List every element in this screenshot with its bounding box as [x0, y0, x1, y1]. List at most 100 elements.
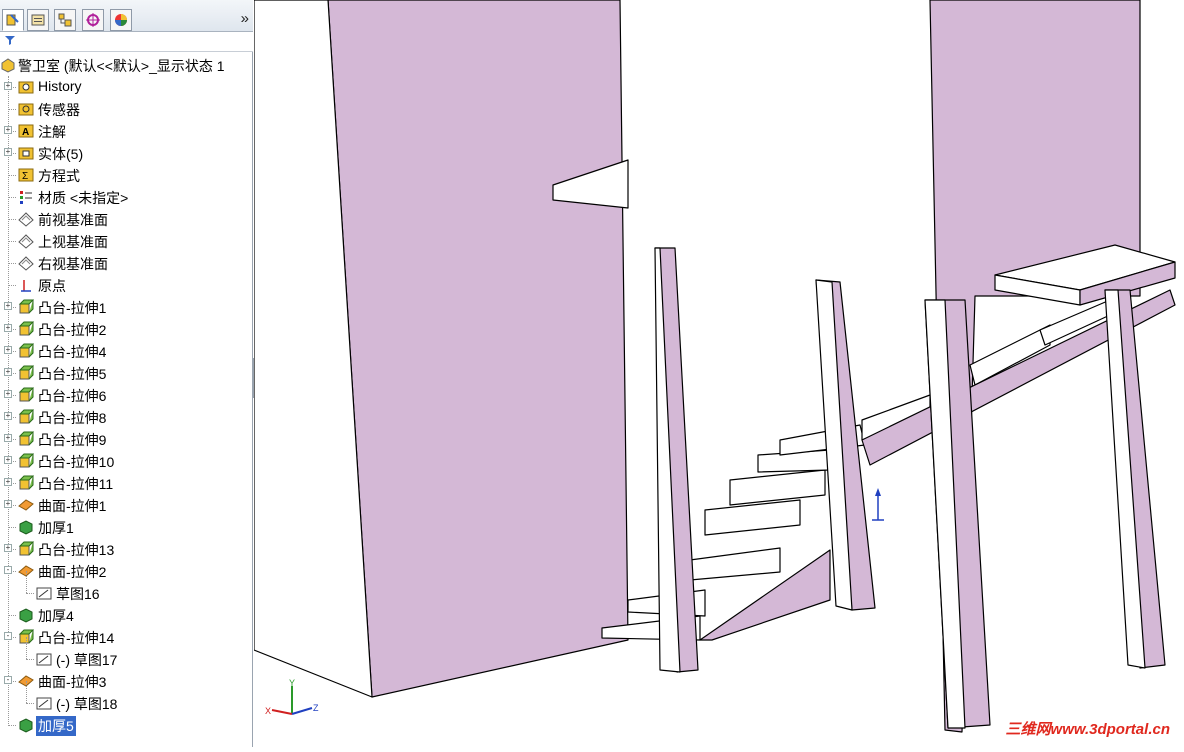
property-manager-tab[interactable]: [27, 9, 49, 31]
tree-item-label: 传感器: [38, 102, 80, 118]
tree-item[interactable]: + A 注解: [0, 120, 253, 142]
tree-item[interactable]: + 凸台-拉伸10: [0, 450, 253, 472]
tree-item[interactable]: 上视基准面: [0, 230, 253, 252]
expand-toggle[interactable]: +: [4, 346, 12, 354]
sketch-icon: [36, 585, 52, 601]
annotations-folder-icon: A: [18, 123, 34, 139]
display-manager-icon: [115, 14, 127, 26]
tree-item[interactable]: - 凸台-拉伸14: [0, 626, 253, 648]
expand-toggle[interactable]: +: [4, 324, 12, 332]
tree-item[interactable]: + 凸台-拉伸4: [0, 340, 253, 362]
tree-item[interactable]: 传感器: [0, 98, 253, 120]
tree-item-label: 曲面-拉伸2: [38, 564, 107, 580]
tree-item[interactable]: - 曲面-拉伸3: [0, 670, 253, 692]
feature-manager-panel: » 警卫室 (默认<<默认>_显示状态 1 + History 传感器 + A 注解 + 实体…: [0, 0, 253, 747]
tree-connector-line: [8, 241, 16, 242]
expand-toggle[interactable]: +: [4, 82, 12, 90]
part-icon: [0, 57, 16, 73]
expand-toggle[interactable]: +: [4, 368, 12, 376]
collapse-toggle[interactable]: -: [4, 676, 12, 684]
extrude-icon: [18, 365, 35, 381]
tree-item[interactable]: 材质 <未指定>: [0, 186, 253, 208]
tree-connector-line: [26, 703, 34, 704]
tree-item[interactable]: 前视基准面: [0, 208, 253, 230]
tree-item-label: 凸台-拉伸6: [38, 388, 107, 404]
tree-item[interactable]: 加厚5: [0, 714, 253, 736]
tree-item[interactable]: Σ 方程式: [0, 164, 253, 186]
tree-connector-line: [8, 615, 16, 616]
tree-item[interactable]: + 实体(5): [0, 142, 253, 164]
collapse-toggle[interactable]: -: [4, 566, 12, 574]
tree-item[interactable]: + 凸台-拉伸11: [0, 472, 253, 494]
tree-item[interactable]: + 凸台-拉伸8: [0, 406, 253, 428]
view-triad: Y X Z: [265, 678, 319, 716]
expand-toggle[interactable]: +: [4, 148, 12, 156]
filter-icon[interactable]: [4, 34, 16, 49]
tree-item[interactable]: + History: [0, 76, 253, 98]
triad-y-label: Y: [289, 678, 295, 688]
model-3d-view[interactable]: Y X Z: [253, 0, 1184, 747]
tree-connector-line: [8, 263, 16, 264]
configuration-manager-tab[interactable]: [54, 9, 76, 31]
tree-item[interactable]: 右视基准面: [0, 252, 253, 274]
tree-item-label: 材质 <未指定>: [38, 190, 129, 206]
thicken-icon: [18, 519, 34, 535]
tree-item[interactable]: - 曲面-拉伸2: [0, 560, 253, 582]
tree-connector-line: [26, 593, 34, 594]
graphics-viewport[interactable]: Y X Z 三维网www.3dportal.cn: [253, 0, 1184, 747]
tree-root-part[interactable]: 警卫室 (默认<<默认>_显示状态 1: [0, 54, 253, 76]
tree-child-item[interactable]: (-) 草图17: [0, 637, 253, 670]
tree-item[interactable]: + 凸台-拉伸13: [0, 538, 253, 560]
tree-item[interactable]: 加厚4: [0, 604, 253, 626]
expand-toggle[interactable]: +: [4, 412, 12, 420]
tree-connector-line: [26, 659, 34, 660]
tree-item-label: 凸台-拉伸11: [38, 476, 114, 492]
extrude-icon: [18, 431, 35, 447]
surface-extrude-icon: [18, 497, 34, 513]
tree-item-label: 上视基准面: [38, 234, 108, 250]
expand-toggle[interactable]: +: [4, 302, 12, 310]
expand-toggle[interactable]: +: [4, 456, 12, 464]
tree-connector-line: [8, 725, 16, 726]
tree-item-label: 凸台-拉伸1: [38, 300, 107, 316]
expand-toggle[interactable]: +: [4, 544, 12, 552]
tree-item[interactable]: + 凸台-拉伸6: [0, 384, 253, 406]
stair-lower-flight: [601, 424, 866, 641]
tree-item-label: 原点: [38, 278, 66, 294]
tree-child-item[interactable]: (-) 草图18: [0, 681, 253, 714]
tree-item-label: History: [38, 78, 82, 94]
tree-item[interactable]: + 曲面-拉伸1: [0, 494, 253, 516]
tree-child-item[interactable]: 草图16: [0, 571, 253, 604]
tree-item[interactable]: + 凸台-拉伸1: [0, 296, 253, 318]
expand-toggle[interactable]: +: [4, 500, 12, 508]
tree-filter-bar[interactable]: [0, 32, 253, 52]
dimxpert-icon: [86, 13, 100, 27]
tree-item[interactable]: + 凸台-拉伸9: [0, 428, 253, 450]
sketch-icon: [36, 651, 52, 667]
tree-item[interactable]: 原点: [0, 274, 253, 296]
triad-x-label: X: [265, 706, 271, 716]
expand-toggle[interactable]: +: [4, 126, 12, 134]
tab-overflow-button[interactable]: »: [241, 10, 249, 27]
feature-manager-tab[interactable]: [2, 9, 24, 31]
tree-item-label: 前视基准面: [38, 212, 108, 228]
tree-item[interactable]: 加厚1: [0, 516, 253, 538]
expand-toggle[interactable]: +: [4, 434, 12, 442]
tree-connector-line: [26, 637, 27, 659]
expand-toggle[interactable]: +: [4, 478, 12, 486]
property-icon: [31, 14, 45, 26]
material-icon: [18, 189, 34, 205]
tree-item-label: (-) 草图18: [56, 696, 118, 712]
tree-connector-line: [26, 681, 27, 703]
expand-toggle[interactable]: +: [4, 390, 12, 398]
tree-item[interactable]: + 凸台-拉伸5: [0, 362, 253, 384]
collapse-toggle[interactable]: -: [4, 632, 12, 640]
tree-connector-line: [8, 527, 16, 528]
tree-connector-line: [8, 109, 16, 110]
tree-connector-line: [8, 285, 16, 286]
tree-item-label: 曲面-拉伸1: [38, 498, 107, 514]
tree-item[interactable]: + 凸台-拉伸2: [0, 318, 253, 340]
display-manager-tab[interactable]: [110, 9, 132, 31]
dimxpert-manager-tab[interactable]: [82, 9, 104, 31]
tree-item-label: 凸台-拉伸8: [38, 410, 107, 426]
